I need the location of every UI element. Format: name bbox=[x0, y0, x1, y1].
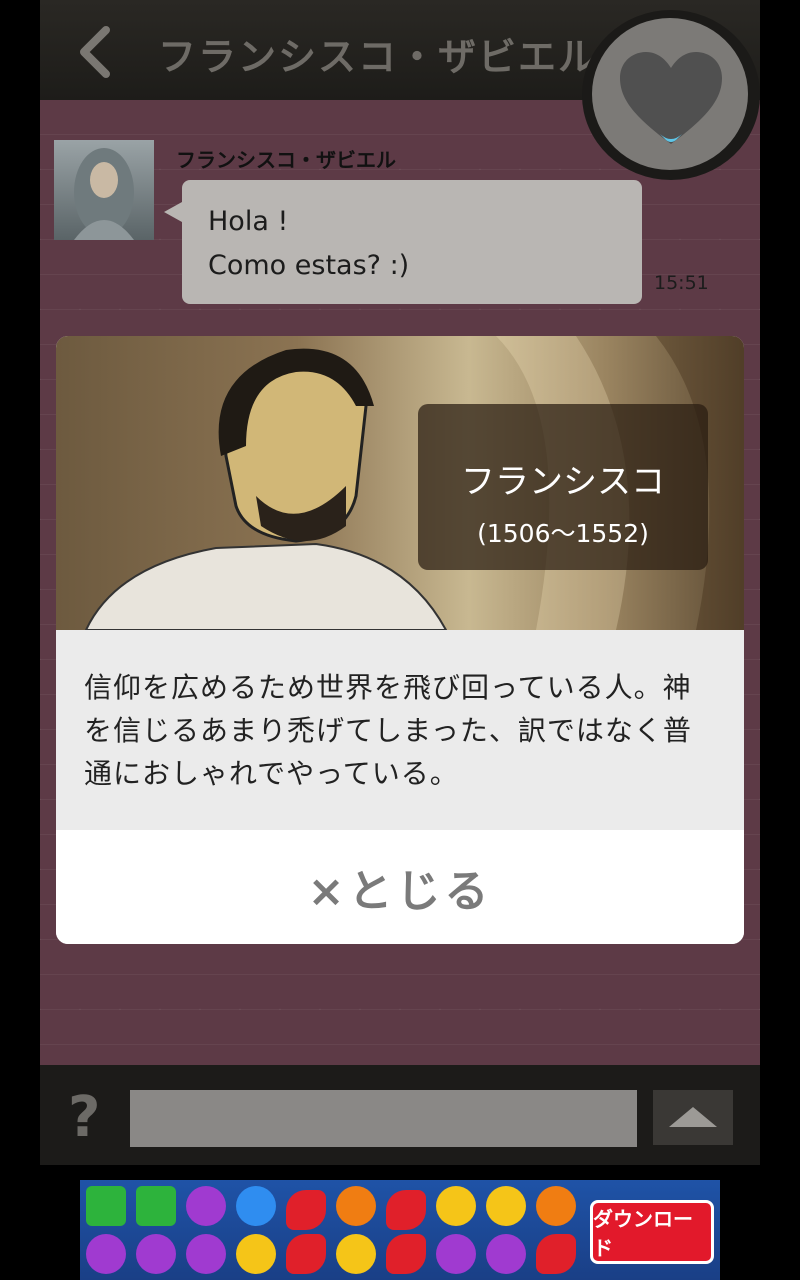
message-time: 15:51 bbox=[654, 272, 709, 294]
profile-years: (1506〜1552) bbox=[477, 519, 649, 548]
madonna-portrait-icon bbox=[74, 148, 134, 240]
heart-icon bbox=[620, 52, 722, 144]
candy-icon bbox=[136, 1186, 176, 1226]
sender-name: フランシスコ・ザビエル bbox=[176, 148, 396, 172]
help-icon[interactable]: ? bbox=[68, 1085, 100, 1150]
candy-icon bbox=[536, 1234, 576, 1274]
candy-icon bbox=[336, 1186, 376, 1226]
download-button[interactable]: ダウンロード bbox=[590, 1200, 714, 1264]
candy-icon bbox=[86, 1234, 126, 1274]
name-card: フランシスコ (1506〜1552) bbox=[418, 404, 708, 570]
candy-icon bbox=[86, 1186, 126, 1226]
close-button[interactable]: ×とじる bbox=[56, 830, 744, 944]
description-text: 信仰を広めるため世界を飛び回っている人。神を信じるあまり禿げてしまった、訳ではな… bbox=[84, 671, 692, 790]
candy-icon bbox=[386, 1234, 426, 1274]
message-input[interactable] bbox=[130, 1090, 637, 1147]
candy-icon bbox=[286, 1234, 326, 1274]
candy-icon bbox=[486, 1234, 526, 1274]
message-line: Hola ! bbox=[208, 206, 289, 237]
candy-icon bbox=[136, 1234, 176, 1274]
candy-icon bbox=[536, 1186, 576, 1226]
profile-name: フランシスコ bbox=[461, 462, 665, 502]
candy-icon bbox=[186, 1234, 226, 1274]
back-arrow-icon[interactable] bbox=[74, 24, 122, 80]
profile-description: 信仰を広めるため世界を飛び回っている人。神を信じるあまり禿げてしまった、訳ではな… bbox=[56, 630, 744, 830]
profile-dialog: フランシスコ (1506〜1552) 信仰を広めるため世界を飛び回っている人。神… bbox=[56, 336, 744, 944]
favorite-button-face bbox=[592, 18, 748, 170]
favorite-button[interactable] bbox=[582, 10, 760, 180]
ad-banner[interactable]: ダウンロード bbox=[80, 1180, 720, 1280]
candy-icon bbox=[236, 1186, 276, 1226]
candy-icon bbox=[236, 1234, 276, 1274]
send-button[interactable] bbox=[653, 1090, 733, 1145]
candy-icon bbox=[386, 1190, 426, 1230]
message-line: Como estas? :) bbox=[208, 250, 410, 281]
candy-icon bbox=[336, 1234, 376, 1274]
page-title: フランシスコ・ザビエル bbox=[158, 35, 599, 79]
candy-icon bbox=[486, 1186, 526, 1226]
input-bar: ? bbox=[40, 1065, 760, 1165]
candy-icon bbox=[436, 1234, 476, 1274]
candy-icon bbox=[436, 1186, 476, 1226]
profile-illustration: フランシスコ (1506〜1552) bbox=[56, 336, 744, 631]
message-bubble: Hola ! Como estas? :) bbox=[164, 180, 642, 304]
close-label: ×とじる bbox=[307, 866, 493, 917]
candy-icon bbox=[286, 1190, 326, 1230]
candy-icon bbox=[186, 1186, 226, 1226]
avatar[interactable] bbox=[54, 140, 154, 240]
